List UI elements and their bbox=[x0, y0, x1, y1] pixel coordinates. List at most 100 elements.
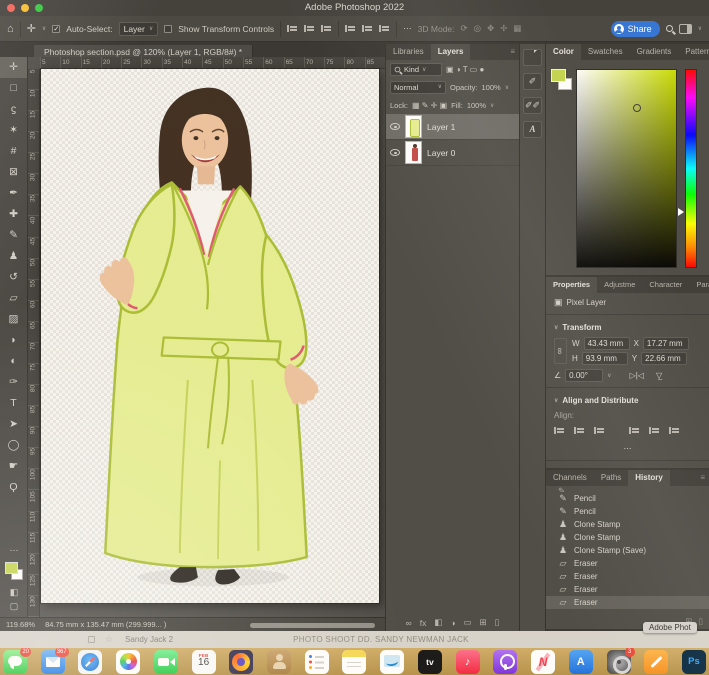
podcasts-dock-icon[interactable] bbox=[493, 649, 518, 674]
adjustment-layer-icon[interactable]: ◑ bbox=[450, 618, 455, 628]
mail-dock-icon[interactable]: 367 bbox=[40, 648, 69, 674]
color-picker-ring[interactable] bbox=[633, 104, 641, 112]
align-bottom-icon[interactable] bbox=[379, 24, 390, 33]
document-canvas[interactable] bbox=[40, 68, 380, 604]
align-right-icon[interactable] bbox=[594, 426, 605, 435]
history-step[interactable]: ✎ Pencil bbox=[546, 505, 709, 518]
align-center-icon[interactable] bbox=[574, 426, 585, 435]
blend-mode-dropdown[interactable]: Normal ∨ bbox=[390, 80, 446, 94]
pages-dock-icon[interactable] bbox=[644, 649, 669, 674]
preview-dock-icon[interactable] bbox=[380, 649, 405, 674]
zoom-level[interactable]: 119.68% bbox=[6, 620, 35, 629]
visibility-toggle-icon[interactable] bbox=[390, 123, 400, 130]
path-select-tool-button[interactable]: ➤ bbox=[0, 414, 27, 435]
hue-slider[interactable] bbox=[685, 69, 697, 268]
type-tool-button[interactable]: T bbox=[0, 393, 27, 414]
hue-slider-marker[interactable] bbox=[678, 208, 684, 216]
tab-channels[interactable]: Channels bbox=[546, 470, 594, 486]
tab-gradients[interactable]: Gradients bbox=[630, 44, 679, 60]
align-middle-icon[interactable] bbox=[649, 426, 660, 435]
brushes-panel-icon[interactable]: ✐ bbox=[523, 73, 542, 90]
brush-tool-button[interactable]: ✎ bbox=[0, 225, 27, 246]
flip-vertical-icon[interactable]: ▽̲ bbox=[656, 371, 662, 380]
star-icon[interactable]: ☆ bbox=[105, 634, 113, 645]
history-step[interactable]: ♟ Clone Stamp bbox=[546, 518, 709, 531]
brush-settings-panel-icon[interactable]: ✐✐ bbox=[523, 97, 542, 114]
align-middle-icon[interactable] bbox=[362, 24, 373, 33]
y-input[interactable]: 22.66 mm bbox=[641, 352, 688, 365]
width-input[interactable]: 43.43 mm bbox=[583, 337, 630, 350]
history-brush-tool-button[interactable]: ↺ bbox=[0, 267, 27, 288]
align-top-icon[interactable] bbox=[345, 24, 356, 33]
chevron-down-icon[interactable]: ∨ bbox=[505, 84, 509, 91]
search-icon[interactable] bbox=[665, 25, 673, 32]
history-step[interactable]: ▱ Eraser bbox=[546, 583, 709, 596]
pen-tool-button[interactable]: ✑ bbox=[0, 372, 27, 393]
history-step[interactable]: ♟ Clone Stamp bbox=[546, 531, 709, 544]
visibility-toggle-icon[interactable] bbox=[390, 149, 400, 156]
eraser-tool-button[interactable]: ▱ bbox=[0, 288, 27, 309]
shape-tool-button[interactable]: ◯ bbox=[0, 435, 27, 456]
layer-row[interactable]: Layer 0 bbox=[386, 140, 519, 166]
history-step[interactable]: ▱ Eraser bbox=[546, 570, 709, 583]
link-layers-icon[interactable]: ∞ bbox=[406, 618, 412, 628]
lasso-tool-button[interactable]: ϛ bbox=[0, 99, 27, 120]
lock-icons[interactable]: ▦ ✎ ✛ ▣ bbox=[412, 101, 447, 110]
zoom-window-button[interactable] bbox=[35, 4, 43, 12]
align-top-icon[interactable] bbox=[629, 426, 640, 435]
healing-brush-tool-button[interactable]: ✚ bbox=[0, 204, 27, 225]
auto-select-dropdown[interactable]: Layer ∨ bbox=[118, 21, 159, 36]
close-window-button[interactable] bbox=[7, 4, 15, 12]
align-bottom-icon[interactable] bbox=[669, 426, 680, 435]
tab-layers[interactable]: Layers bbox=[430, 44, 471, 60]
history-step[interactable]: ▱ Eraser bbox=[546, 557, 709, 570]
tab-libraries[interactable]: Libraries bbox=[386, 44, 431, 60]
frame-tool-button[interactable]: ⊠ bbox=[0, 162, 27, 183]
edit-toolbar-icon[interactable]: ⋯ bbox=[0, 543, 28, 557]
contacts-dock-icon[interactable] bbox=[267, 649, 292, 674]
flip-horizontal-icon[interactable]: ▷|◁ bbox=[630, 371, 644, 380]
calendar-dock-icon[interactable]: FEB 16 bbox=[191, 649, 216, 674]
tab-adjustments[interactable]: Adjustme bbox=[597, 277, 642, 293]
facetime-dock-icon[interactable] bbox=[153, 649, 178, 674]
foreground-color-swatch[interactable] bbox=[551, 69, 566, 82]
music-dock-icon[interactable]: ♪ bbox=[455, 649, 480, 674]
firefox-dock-icon[interactable] bbox=[229, 649, 254, 674]
filter-kind-dropdown[interactable]: Kind ∨ bbox=[390, 62, 442, 76]
photos-dock-icon[interactable] bbox=[116, 649, 141, 674]
align-more-icon[interactable]: ⋯ bbox=[624, 444, 632, 453]
zoom-tool-button[interactable]: Ϙ bbox=[0, 477, 27, 498]
tab-patterns[interactable]: Patterns bbox=[678, 44, 709, 60]
dodge-tool-button[interactable]: ◐ bbox=[0, 351, 27, 372]
panel-menu-icon[interactable]: ≡ bbox=[506, 44, 519, 60]
tab-color[interactable]: Color bbox=[546, 44, 581, 60]
reminders-dock-icon[interactable] bbox=[304, 649, 329, 674]
chevron-down-icon[interactable]: ∨ bbox=[698, 25, 702, 32]
crop-tool-button[interactable]: # bbox=[0, 141, 27, 162]
home-icon[interactable]: ⌂ bbox=[7, 23, 14, 35]
tab-paths[interactable]: Paths bbox=[594, 470, 628, 486]
show-transform-checkbox[interactable] bbox=[164, 24, 173, 33]
eyedropper-tool-button[interactable]: ✒ bbox=[0, 183, 27, 204]
auto-select-checkbox[interactable]: ✓ bbox=[52, 24, 61, 33]
history-step[interactable]: ▱ Eraser bbox=[546, 596, 709, 609]
layer-mask-icon[interactable]: ◧ bbox=[434, 617, 442, 628]
transform-section-header[interactable]: ∨ Transform bbox=[546, 318, 709, 336]
tab-character[interactable]: Character bbox=[642, 277, 689, 293]
glyphs-panel-icon[interactable]: A bbox=[523, 121, 542, 138]
panel-menu-icon[interactable]: ≡ bbox=[696, 470, 709, 486]
opacity-value[interactable]: 100% bbox=[482, 83, 501, 92]
history-step[interactable]: ✎ Pencil bbox=[546, 492, 709, 505]
saturation-brightness-field[interactable] bbox=[576, 69, 677, 268]
chevron-down-icon[interactable]: ∨ bbox=[490, 102, 494, 109]
align-left-icon[interactable] bbox=[287, 24, 298, 33]
align-center-icon[interactable] bbox=[304, 24, 315, 33]
appletv-dock-icon[interactable]: tv bbox=[417, 649, 442, 674]
news-dock-icon[interactable]: N bbox=[531, 649, 556, 674]
chevron-down-icon[interactable]: ∨ bbox=[42, 25, 46, 32]
link-width-height-icon[interactable]: ∞ bbox=[554, 338, 567, 364]
angle-input[interactable]: 0.00° bbox=[565, 368, 604, 382]
align-left-icon[interactable] bbox=[554, 426, 565, 435]
horizontal-scrollbar[interactable] bbox=[250, 623, 375, 628]
settings-dock-icon[interactable]: 3 bbox=[606, 648, 635, 674]
